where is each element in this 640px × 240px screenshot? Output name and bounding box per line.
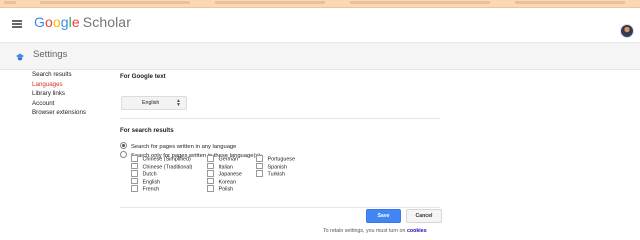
- top-header: Google Scholar: [0, 8, 640, 43]
- checkbox[interactable]: [207, 155, 214, 162]
- language-label: Japanese: [218, 171, 242, 178]
- language-column-3: Portuguese Spanish Turkish: [256, 155, 295, 178]
- radio-any-language-label: Search for pages written in any language: [131, 144, 237, 150]
- language-checkbox-french[interactable]: French: [131, 185, 192, 193]
- language-label: Polish: [218, 186, 234, 193]
- settings-bar: Settings: [0, 43, 640, 70]
- logo-letter: g: [60, 14, 69, 30]
- checkbox[interactable]: [207, 177, 214, 184]
- language-label: Dutch: [142, 171, 157, 178]
- interface-language-value: English: [142, 100, 160, 106]
- radio-any-language[interactable]: Search for pages written in any language: [120, 142, 236, 150]
- language-checkbox-spanish[interactable]: Spanish: [256, 162, 295, 170]
- interface-language-select[interactable]: English ▲ ▼: [121, 96, 187, 110]
- radio-button[interactable]: [120, 151, 127, 158]
- checkbox[interactable]: [256, 155, 263, 162]
- scholar-window: Google Scholar Settings Search results La…: [0, 8, 640, 240]
- sidebar-item-languages[interactable]: Languages: [32, 80, 86, 90]
- section-divider: [120, 207, 440, 208]
- select-arrows-icon: ▲ ▼: [176, 98, 181, 108]
- user-avatar[interactable]: [620, 24, 634, 38]
- checkbox[interactable]: [207, 170, 214, 177]
- checkbox[interactable]: [131, 170, 138, 177]
- browser-top-strip: [0, 0, 640, 8]
- checkbox[interactable]: [256, 162, 263, 169]
- sidebar-item-library-links[interactable]: Library links: [32, 89, 86, 99]
- settings-sidebar: Search results Languages Library links A…: [32, 70, 86, 118]
- checkbox[interactable]: [131, 185, 138, 192]
- language-checkbox-chinese-simplified[interactable]: Chinese (Simplified): [131, 155, 192, 163]
- cookies-notice: To retain settings, you must turn on coo…: [323, 228, 427, 234]
- language-label: French: [142, 186, 160, 193]
- language-label: Turkish: [267, 171, 285, 178]
- logo-letter: G: [34, 14, 45, 30]
- language-checkbox-dutch[interactable]: Dutch: [131, 170, 192, 178]
- language-checkbox-korean[interactable]: Korean: [207, 177, 242, 185]
- logo-product-name: Scholar: [82, 14, 131, 30]
- checkbox[interactable]: [131, 177, 138, 184]
- sidebar-item-search-results[interactable]: Search results: [32, 70, 86, 80]
- checkbox[interactable]: [207, 185, 214, 192]
- language-label: Chinese (Simplified): [142, 156, 191, 163]
- checkbox[interactable]: [131, 155, 138, 162]
- language-checkbox-chinese-traditional[interactable]: Chinese (Traditional): [131, 162, 192, 170]
- page-title: Settings: [33, 49, 68, 60]
- save-button[interactable]: Save: [366, 209, 401, 223]
- sidebar-item-browser-extensions[interactable]: Browser extensions: [32, 108, 86, 118]
- language-checkbox-japanese[interactable]: Japanese: [207, 170, 242, 178]
- sidebar-item-account[interactable]: Account: [32, 99, 86, 109]
- language-column-2: German Italian Japanese Korean Polish: [207, 155, 242, 193]
- cookies-notice-text: To retain settings, you must turn on: [323, 228, 406, 234]
- logo-letter: o: [52, 14, 61, 30]
- search-results-heading: For search results: [120, 127, 174, 134]
- language-column-1: Chinese (Simplified) Chinese (Traditiona…: [131, 155, 192, 193]
- language-label: Portuguese: [267, 156, 296, 163]
- logo-letter: o: [45, 14, 53, 30]
- section-divider: [120, 118, 440, 119]
- scholar-cap-icon: [16, 53, 24, 61]
- language-checkbox-german[interactable]: German: [207, 155, 242, 163]
- logo-letter: e: [71, 14, 80, 30]
- language-label: German: [218, 156, 238, 163]
- language-checkbox-portuguese[interactable]: Portuguese: [256, 155, 295, 163]
- google-scholar-logo[interactable]: Google Scholar: [34, 14, 131, 30]
- checkbox[interactable]: [207, 162, 214, 169]
- cookies-link[interactable]: cookies: [407, 228, 427, 234]
- language-checkbox-italian[interactable]: Italian: [207, 162, 242, 170]
- checkbox[interactable]: [131, 162, 138, 169]
- google-text-heading: For Google text: [120, 73, 166, 80]
- language-checkbox-english[interactable]: English: [131, 177, 192, 185]
- hamburger-menu-icon[interactable]: [12, 20, 22, 28]
- radio-button-selected[interactable]: [120, 142, 127, 149]
- language-checkbox-turkish[interactable]: Turkish: [256, 170, 295, 178]
- checkbox[interactable]: [256, 170, 263, 177]
- cancel-button[interactable]: Cancel: [406, 209, 442, 223]
- language-checkbox-polish[interactable]: Polish: [207, 185, 242, 193]
